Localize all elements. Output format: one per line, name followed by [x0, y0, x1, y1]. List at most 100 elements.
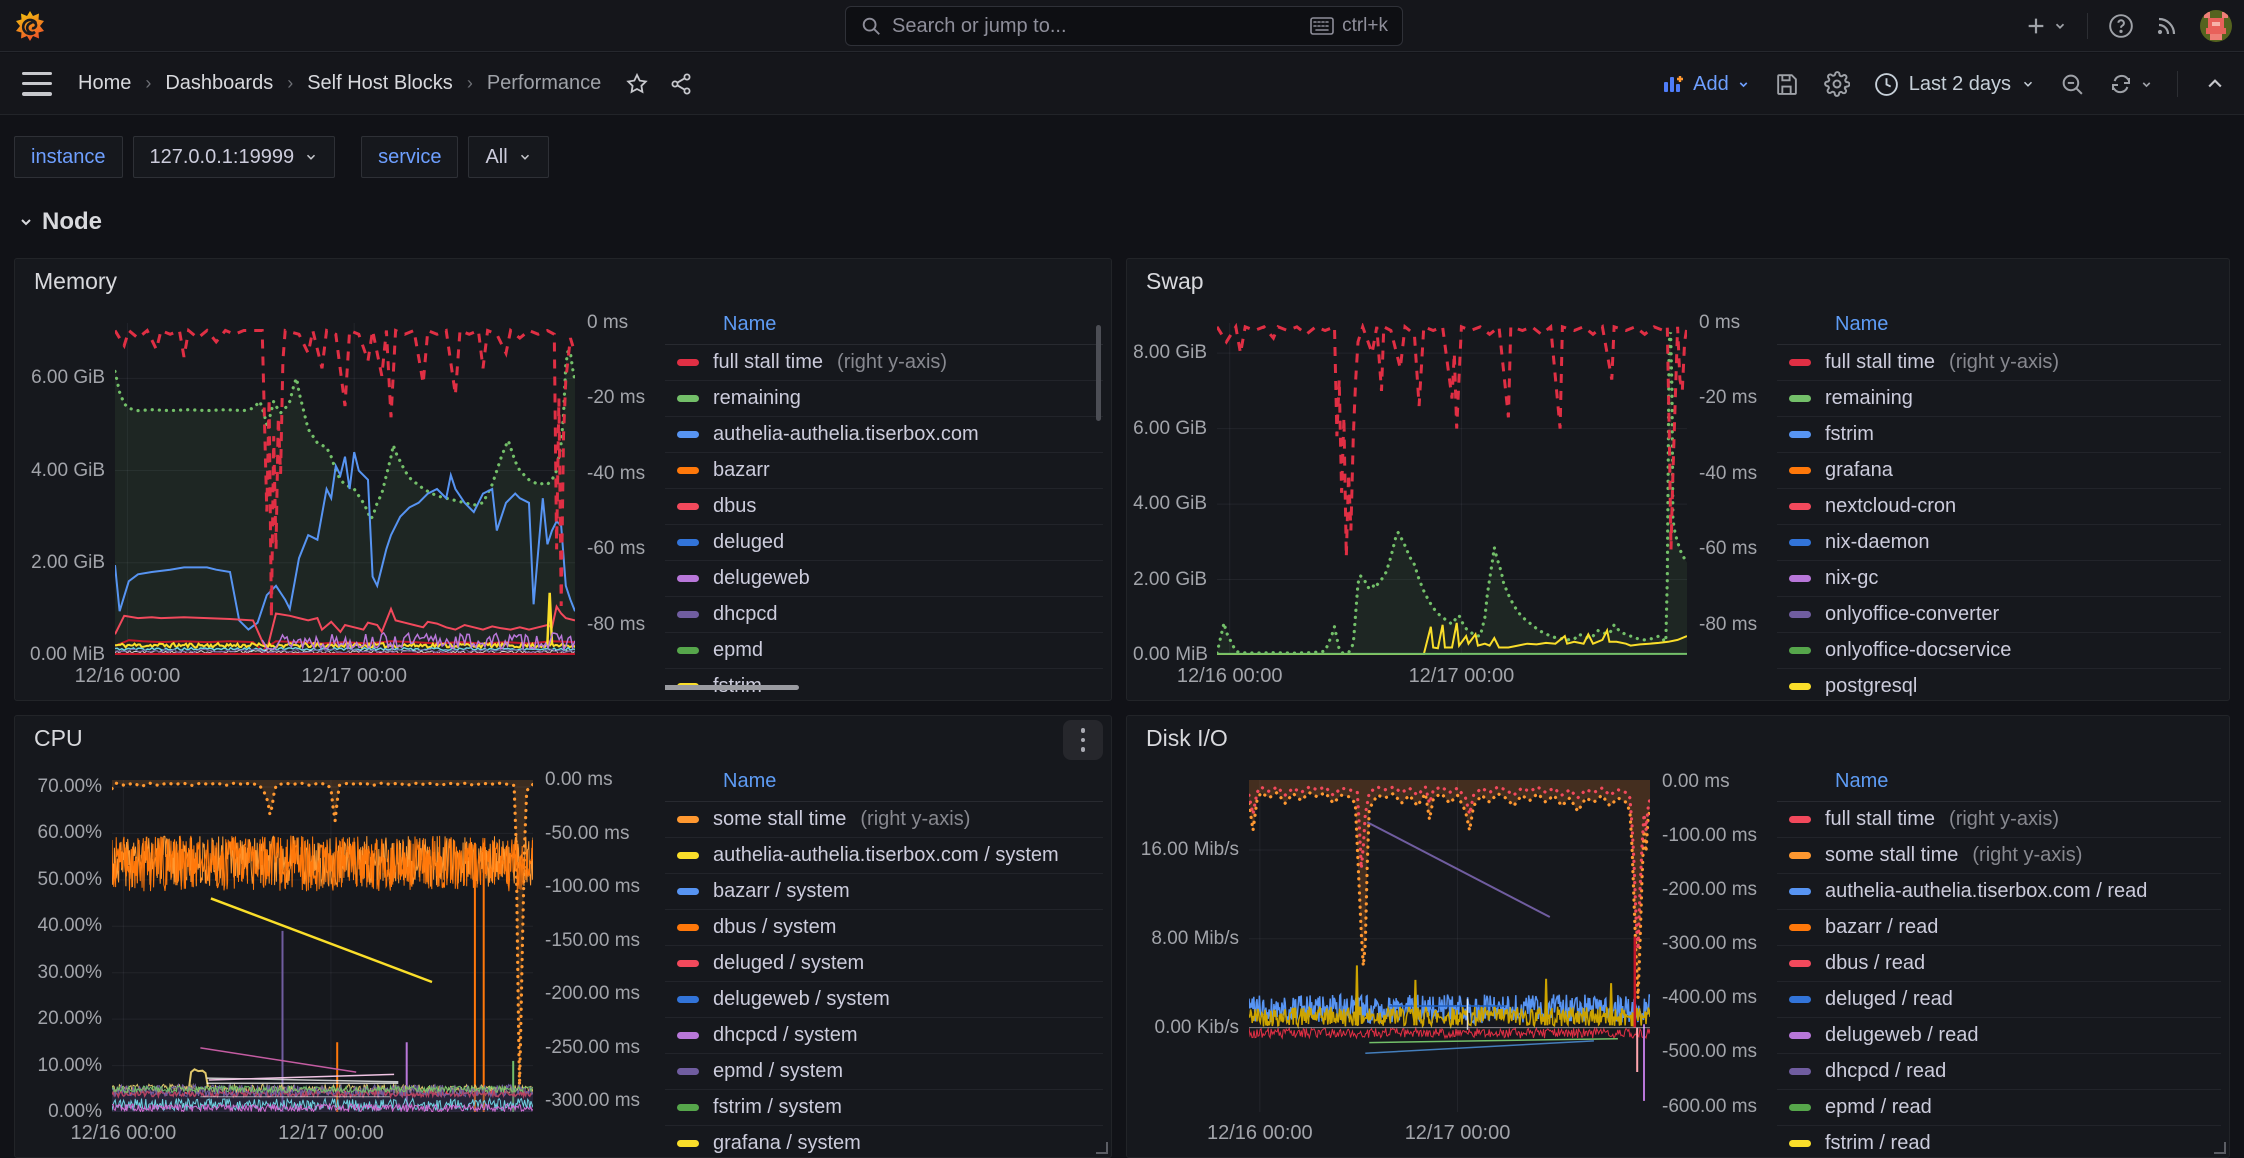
plot-area[interactable]: [1249, 780, 1650, 1112]
news-button[interactable]: [2154, 13, 2180, 39]
legend-item[interactable]: onlyoffice-converter: [1777, 597, 2221, 633]
legend-item[interactable]: full stall time (right y-axis): [1777, 802, 2221, 838]
series-color-pill: [1789, 683, 1811, 690]
user-avatar[interactable]: [2200, 10, 2232, 42]
legend-item[interactable]: remaining: [1777, 381, 2221, 417]
legend-item[interactable]: deluged / system: [665, 946, 1103, 982]
legend-item[interactable]: grafana / system: [665, 1126, 1103, 1157]
series-color-pill: [677, 1104, 699, 1111]
legend-item[interactable]: dbus / system: [665, 910, 1103, 946]
share-icon[interactable]: [669, 72, 693, 96]
legend-item[interactable]: nextcloud-cron: [1777, 489, 2221, 525]
panel-resize-handle[interactable]: [1096, 1142, 1108, 1154]
refresh-button[interactable]: [2109, 71, 2153, 97]
panel-title[interactable]: Disk I/O: [1146, 725, 1228, 752]
legend-item[interactable]: epmd / read: [1777, 1090, 2221, 1126]
panel-memory: Memory 6.00 GiB4.00 GiB2.00 GiB0.00 MiB0…: [14, 258, 1112, 701]
legend-item[interactable]: authelia-authelia.tiserbox.com / system: [665, 838, 1103, 874]
legend-item[interactable]: dhcpcd / system: [665, 1018, 1103, 1054]
plot-area[interactable]: [115, 323, 575, 655]
rss-icon: [2155, 14, 2179, 38]
legend-item[interactable]: fstrim / read: [1777, 1126, 2221, 1157]
panel-title[interactable]: CPU: [34, 725, 83, 752]
y-axis-label: 0.00 MiB: [1133, 644, 1207, 666]
panel-title[interactable]: Memory: [34, 268, 117, 295]
legend-column-header[interactable]: Name: [1777, 762, 2221, 802]
time-range-picker[interactable]: Last 2 days: [1874, 72, 2035, 97]
series-axis-note: (right y-axis): [1949, 351, 2059, 374]
legend-item[interactable]: fstrim / system: [665, 1090, 1103, 1126]
legend-item[interactable]: fstrim: [1777, 417, 2221, 453]
legend-item[interactable]: grafana: [1777, 453, 2221, 489]
y-axis-label: -300.00 ms: [1662, 933, 1757, 955]
breadcrumb-dashboards[interactable]: Dashboards: [165, 72, 273, 95]
panel-header[interactable]: Disk I/O: [1127, 716, 2229, 760]
breadcrumb-folder[interactable]: Self Host Blocks: [307, 72, 453, 95]
series-label: bazarr / system: [713, 880, 850, 903]
zoom-out-button[interactable]: [2059, 71, 2085, 97]
legend-item[interactable]: authelia-authelia.tiserbox.com: [665, 417, 1103, 453]
legend-item[interactable]: full stall time (right y-axis): [1777, 345, 2221, 381]
star-icon[interactable]: [625, 72, 649, 96]
dashboard-settings-button[interactable]: [1824, 71, 1850, 97]
legend-item[interactable]: some stall time (right y-axis): [665, 802, 1103, 838]
legend-item[interactable]: dbus: [665, 489, 1103, 525]
legend-item[interactable]: epmd: [665, 633, 1103, 669]
legend-item[interactable]: authelia-authelia.tiserbox.com / read: [1777, 874, 2221, 910]
legend-item[interactable]: bazarr / system: [665, 874, 1103, 910]
series-some-stall-time: [1249, 793, 1650, 999]
series-label: bazarr: [713, 459, 770, 482]
legend-item[interactable]: full stall time (right y-axis): [665, 345, 1103, 381]
legend-item[interactable]: deluged / read: [1777, 982, 2221, 1018]
add-button[interactable]: Add: [1661, 72, 1750, 96]
legend-column-header[interactable]: Name: [665, 305, 1103, 345]
legend-column-header[interactable]: Name: [665, 762, 1103, 802]
series-yellow-spike-2: [1414, 980, 1416, 1026]
panel-header[interactable]: Memory: [15, 259, 1111, 303]
legend-item[interactable]: bazarr / read: [1777, 910, 2221, 946]
legend-item[interactable]: onlyoffice-docservice: [1777, 633, 2221, 669]
grafana-logo[interactable]: [14, 10, 46, 42]
row-title[interactable]: Node: [42, 208, 102, 236]
y-axis-label: 40.00%: [21, 915, 102, 937]
legend-item[interactable]: epmd / system: [665, 1054, 1103, 1090]
instance-variable-select[interactable]: 127.0.0.1:19999: [133, 136, 336, 178]
legend-item[interactable]: bazarr: [665, 453, 1103, 489]
legend-item[interactable]: nix-gc: [1777, 561, 2221, 597]
plot-area[interactable]: [1217, 323, 1687, 655]
panel-header[interactable]: CPU: [15, 716, 1111, 760]
plot-area[interactable]: [112, 780, 533, 1112]
series-color-pill: [677, 888, 699, 895]
collapse-toolbar-button[interactable]: [2202, 71, 2228, 97]
legend-column-header[interactable]: Name: [1777, 305, 2221, 345]
panel-title[interactable]: Swap: [1146, 268, 1204, 295]
legend-horizontal-scrollbar[interactable]: [665, 685, 799, 690]
row-node[interactable]: Node: [18, 208, 102, 236]
panel-header[interactable]: Swap: [1127, 259, 2229, 303]
help-button[interactable]: [2108, 13, 2134, 39]
search-bar[interactable]: ctrl+k: [845, 6, 1403, 46]
panel-menu-button[interactable]: [1063, 720, 1103, 760]
legend-item[interactable]: remaining: [665, 381, 1103, 417]
legend-item[interactable]: delugeweb / read: [1777, 1018, 2221, 1054]
search-input[interactable]: [892, 15, 1300, 38]
legend-item[interactable]: dhcpcd / read: [1777, 1054, 2221, 1090]
legend-item[interactable]: dbus / read: [1777, 946, 2221, 982]
panel-resize-handle[interactable]: [2214, 1142, 2226, 1154]
legend-item[interactable]: delugeweb: [665, 561, 1103, 597]
series-label: some stall time: [1825, 844, 1958, 867]
series-label: authelia-authelia.tiserbox.com / read: [1825, 880, 2147, 903]
new-menu-button[interactable]: [2025, 13, 2067, 39]
save-dashboard-button[interactable]: [1774, 71, 1800, 97]
legend-item[interactable]: delugeweb / system: [665, 982, 1103, 1018]
legend-item[interactable]: nix-daemon: [1777, 525, 2221, 561]
menu-toggle-button[interactable]: [22, 72, 52, 96]
legend-item[interactable]: deluged: [665, 525, 1103, 561]
breadcrumb-home[interactable]: Home: [78, 72, 131, 95]
legend-vertical-scrollbar[interactable]: [1096, 325, 1101, 421]
legend-item[interactable]: some stall time (right y-axis): [1777, 838, 2221, 874]
chevron-down-icon: [2140, 78, 2153, 91]
legend-item[interactable]: dhcpcd: [665, 597, 1103, 633]
legend-item[interactable]: postgresql: [1777, 669, 2221, 700]
service-variable-select[interactable]: All: [468, 136, 548, 178]
